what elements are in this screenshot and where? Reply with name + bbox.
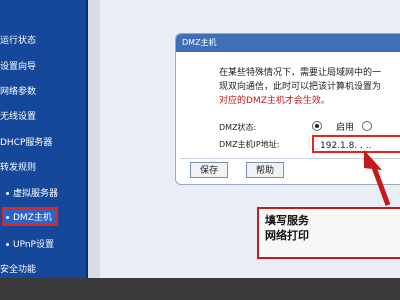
- callout-line: 网络打印: [265, 229, 309, 242]
- arrow-head: [364, 150, 382, 170]
- annotation-callout: 填写服务 网络打印: [257, 207, 400, 259]
- bottom-strip: [0, 278, 400, 300]
- callout-line: 填写服务: [265, 214, 309, 227]
